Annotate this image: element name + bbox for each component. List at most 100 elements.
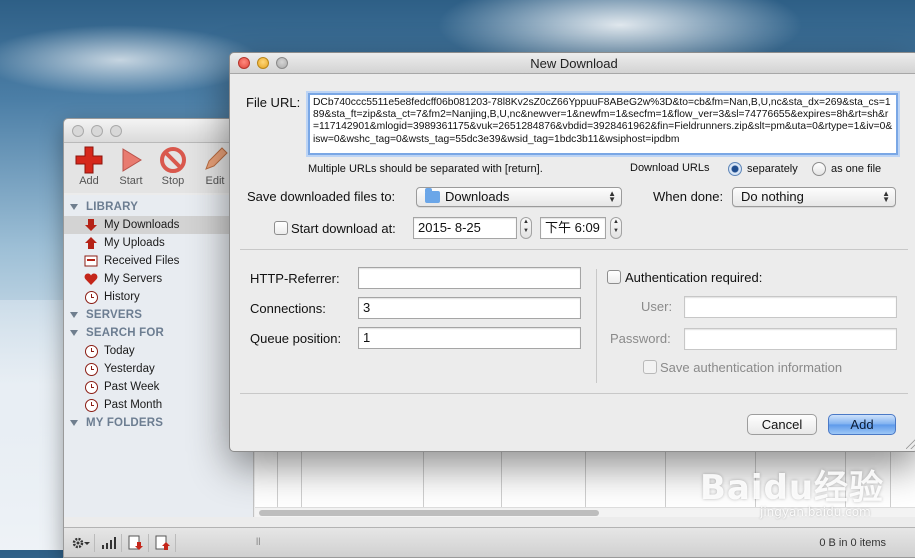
sidebar-item-my-downloads[interactable]: My Downloads — [64, 216, 253, 234]
new-download-dialog: New Download File URL: DCb740ccc5511e5e8… — [229, 52, 915, 452]
save-to-value: Downloads — [445, 189, 510, 204]
sidebar-item-yesterday[interactable]: Yesterday — [64, 360, 253, 378]
signal-bars-icon — [102, 536, 116, 549]
sidebar-section-label: MY FOLDERS — [86, 417, 164, 429]
save-to-label: Save downloaded files to: — [247, 189, 396, 204]
bandwidth-button[interactable] — [97, 533, 122, 552]
scrollbar-thumb[interactable] — [259, 510, 599, 516]
sidebar-item-label: My Uploads — [104, 237, 165, 249]
when-done-popup[interactable]: Do nothing ▲ ▼ — [732, 187, 896, 207]
sidebar-section-my-folders[interactable]: MY FOLDERS — [64, 414, 253, 432]
sidebar-item-label: Yesterday — [104, 363, 155, 375]
heart-icon — [84, 272, 98, 286]
password-field[interactable] — [684, 328, 897, 350]
dialog-title: New Download — [530, 56, 618, 71]
folder-icon — [425, 188, 440, 203]
close-button[interactable] — [238, 57, 250, 69]
user-field[interactable] — [684, 296, 897, 318]
time-stepper[interactable]: ▲ ▼ — [610, 217, 622, 239]
sidebar: LIBRARY My Downloads My Uploads Received… — [64, 195, 254, 517]
download-urls-label: Download URLs — [630, 162, 710, 174]
received-files-icon — [84, 254, 98, 268]
edit-icon — [200, 145, 230, 175]
auth-required-checkbox[interactable] — [607, 270, 621, 284]
zoom-light[interactable] — [110, 124, 122, 137]
connections-field[interactable]: 3 — [358, 297, 581, 319]
http-referrer-label: HTTP-Referrer: — [250, 271, 340, 286]
disclosure-triangle-icon — [70, 420, 78, 426]
user-label: User: — [641, 299, 673, 314]
upload-arrow-icon — [84, 236, 98, 250]
queue-position-field[interactable]: 1 — [358, 327, 581, 349]
sidebar-item-label: My Downloads — [104, 219, 180, 231]
when-done-label: When done: — [653, 189, 724, 204]
separately-radio[interactable] — [728, 162, 742, 176]
sidebar-item-today[interactable]: Today — [64, 342, 253, 360]
queue-position-label: Queue position: — [250, 331, 342, 346]
sidebar-item-label: Today — [104, 345, 135, 357]
start-time-field[interactable]: 下午 6:09 — [540, 217, 606, 239]
add-button[interactable]: Add — [828, 414, 896, 435]
minimize-button[interactable] — [257, 57, 269, 69]
column-divider — [665, 450, 666, 507]
as-one-file-label: as one file — [831, 163, 882, 175]
gear-menu-button[interactable] — [68, 533, 95, 552]
clock-icon — [84, 362, 98, 376]
when-done-value: Do nothing — [741, 189, 804, 204]
zoom-button[interactable] — [276, 57, 288, 69]
clock-icon — [84, 398, 98, 412]
start-tool-label: Start — [119, 175, 143, 187]
splitter-handle[interactable]: ll — [256, 537, 260, 548]
as-one-file-radio[interactable] — [812, 162, 826, 176]
dialog-titlebar: New Download — [230, 53, 915, 74]
upload-file-button[interactable] — [151, 533, 176, 552]
disclosure-triangle-icon — [70, 312, 78, 318]
sidebar-section-search-for[interactable]: SEARCH FOR — [64, 324, 253, 342]
close-light[interactable] — [72, 124, 84, 137]
save-auth-label: Save authentication information — [660, 360, 843, 375]
start-download-label: Start download at: — [291, 221, 396, 236]
add-tool-button[interactable]: Add — [72, 145, 106, 187]
password-label: Password: — [610, 331, 671, 346]
minimize-light[interactable] — [91, 124, 103, 137]
sidebar-item-history[interactable]: History — [64, 288, 253, 306]
sidebar-section-servers[interactable]: SERVERS — [64, 306, 253, 324]
clock-icon — [84, 290, 98, 304]
save-to-popup[interactable]: Downloads ▲ ▼ — [416, 187, 622, 207]
sidebar-item-past-week[interactable]: Past Week — [64, 378, 253, 396]
chevron-updown-icon: ▲ ▼ — [608, 189, 616, 204]
sidebar-section-library[interactable]: LIBRARY — [64, 198, 253, 216]
column-divider — [501, 450, 502, 507]
start-tool-button[interactable]: Start — [114, 145, 148, 187]
watermark-logo: Baidu经验 — [700, 468, 885, 508]
sidebar-item-my-uploads[interactable]: My Uploads — [64, 234, 253, 252]
save-auth-checkbox[interactable] — [643, 360, 657, 374]
download-arrow-icon — [84, 218, 98, 232]
stop-tool-label: Stop — [161, 175, 185, 187]
baidu-watermark: Baidu经验 jingyan.baidu.com — [700, 460, 900, 540]
clock-icon — [84, 344, 98, 358]
start-download-checkbox[interactable] — [274, 221, 288, 235]
stop-icon — [158, 145, 188, 175]
separator — [240, 249, 908, 250]
resize-grip-icon[interactable] — [906, 439, 915, 449]
file-url-field[interactable]: DCb740ccc5511e5e8fedcff06b081203-78l8Kv2… — [308, 93, 898, 155]
sidebar-item-my-servers[interactable]: My Servers — [64, 270, 253, 288]
sidebar-item-label: History — [104, 291, 140, 303]
http-referrer-field[interactable] — [358, 267, 581, 289]
sidebar-item-label: Past Week — [104, 381, 160, 393]
sidebar-item-received-files[interactable]: Received Files — [64, 252, 253, 270]
sidebar-item-label: Past Month — [104, 399, 163, 411]
download-file-button[interactable] — [124, 533, 149, 552]
column-divider — [585, 450, 586, 507]
separately-label: separately — [747, 163, 798, 175]
date-stepper[interactable]: ▲ ▼ — [520, 217, 532, 239]
chevron-updown-icon: ▲ ▼ — [882, 189, 890, 204]
sidebar-item-label: My Servers — [104, 273, 163, 285]
cancel-button[interactable]: Cancel — [747, 414, 817, 435]
stop-tool-button[interactable]: Stop — [156, 145, 190, 187]
edit-tool-button[interactable]: Edit — [198, 145, 232, 187]
start-date-field[interactable]: 2015- 8-25 — [413, 217, 517, 239]
sidebar-item-past-month[interactable]: Past Month — [64, 396, 253, 414]
vertical-separator — [596, 269, 597, 383]
